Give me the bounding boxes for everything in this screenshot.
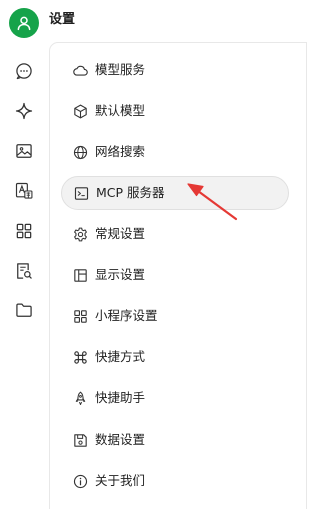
- sparkle-icon[interactable]: [13, 100, 35, 122]
- document-search-icon[interactable]: [13, 260, 35, 282]
- menu-item-default-model[interactable]: 默认模型: [61, 94, 289, 128]
- menu-item-display-settings[interactable]: 显示设置: [61, 258, 289, 292]
- menu-item-general-settings[interactable]: 常规设置: [61, 217, 289, 251]
- user-icon: [17, 16, 31, 31]
- menu-item-web-search[interactable]: 网络搜索: [61, 135, 289, 169]
- grid-icon: [71, 307, 89, 325]
- cube-icon: [71, 102, 89, 120]
- menu-item-label: 模型服务: [95, 62, 146, 77]
- gear-icon: [71, 225, 89, 243]
- terminal-icon: [72, 184, 90, 202]
- rocket-icon: [71, 389, 89, 407]
- layout-icon: [71, 266, 89, 284]
- user-avatar[interactable]: [9, 8, 39, 38]
- menu-item-label: 快捷助手: [95, 390, 146, 405]
- image-icon[interactable]: [13, 140, 35, 162]
- menu-item-quick-assistant[interactable]: 快捷助手: [61, 381, 289, 415]
- menu-item-label: 默认模型: [95, 103, 146, 118]
- menu-item-model-service[interactable]: 模型服务: [61, 53, 289, 87]
- menu-item-shortcuts[interactable]: 快捷方式: [61, 340, 289, 374]
- cloud-icon: [71, 61, 89, 79]
- floppy-disk-icon: [71, 431, 89, 449]
- menu-item-mcp-server[interactable]: MCP 服务器: [61, 176, 289, 210]
- menu-item-data-settings[interactable]: 数据设置: [61, 423, 289, 457]
- chat-icon[interactable]: [13, 60, 35, 82]
- menu-item-label: 显示设置: [95, 267, 146, 282]
- menu-item-about-us[interactable]: 关于我们: [61, 464, 289, 498]
- translate-icon[interactable]: [13, 180, 35, 202]
- info-icon: [71, 472, 89, 490]
- page-title: 设置: [49, 12, 76, 27]
- menu-item-label: 快捷方式: [95, 349, 146, 364]
- menu-item-label: 小程序设置: [95, 308, 158, 323]
- apps-grid-icon[interactable]: [13, 220, 35, 242]
- menu-item-label: 网络搜索: [95, 144, 146, 159]
- menu-item-mini-program-settings[interactable]: 小程序设置: [61, 299, 289, 333]
- command-key-icon: [71, 348, 89, 366]
- settings-menu-panel: 模型服务 默认模型 网络搜索 MCP 服务器 常规设置 显示设置 小程序设置 快…: [49, 42, 307, 509]
- settings-window: 设置 模型服务 默认模型 网络搜索 MCP 服务器 常规设置 显示设置 小程序设…: [0, 0, 307, 509]
- menu-item-label: MCP 服务器: [96, 185, 165, 200]
- globe-icon: [71, 143, 89, 161]
- folder-icon[interactable]: [13, 299, 35, 321]
- menu-item-label: 常规设置: [95, 226, 146, 241]
- menu-item-label: 数据设置: [95, 432, 146, 447]
- menu-item-label: 关于我们: [95, 473, 146, 488]
